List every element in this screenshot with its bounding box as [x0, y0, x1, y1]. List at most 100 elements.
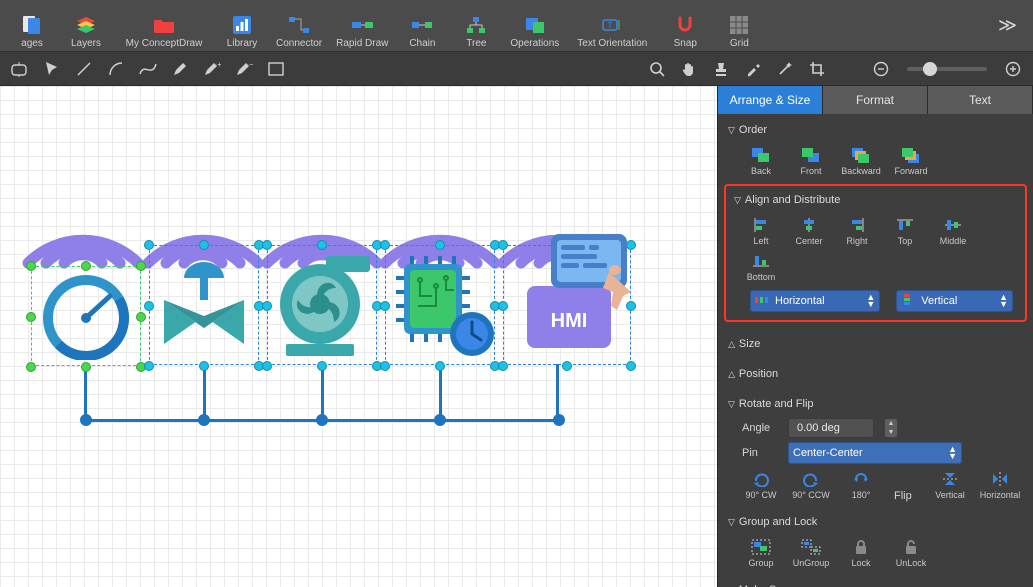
pin-select[interactable]: Center-Center ▲▼ — [788, 442, 962, 464]
section-makesame: ▽Make Same Size Width Height — [718, 574, 1033, 587]
plus-circle-icon — [1005, 61, 1021, 77]
distribute-v-icon — [901, 294, 915, 308]
eyedropper-icon — [745, 61, 761, 77]
tool-crop[interactable] — [803, 56, 831, 82]
flip-horizontal[interactable]: Horizontal — [977, 468, 1023, 502]
angle-stepper[interactable]: ▲▼ — [884, 418, 898, 438]
tool-stamp[interactable] — [707, 56, 735, 82]
rotate-ccw[interactable]: 90° CCW — [788, 468, 834, 502]
tool-curve[interactable] — [134, 56, 162, 82]
toolbar-chain[interactable]: Chain — [396, 3, 448, 49]
hmi-text: HMI — [551, 310, 588, 332]
zoom-slider[interactable] — [907, 67, 987, 71]
section-header[interactable]: ▽Rotate and Flip — [728, 394, 1023, 414]
tool-pen[interactable] — [166, 56, 194, 82]
snap-icon — [676, 16, 694, 34]
toolbar-myconceptdraw[interactable]: My ConceptDraw — [114, 3, 214, 49]
lock-button[interactable]: Lock — [838, 536, 884, 570]
section-header[interactable]: ▽Align and Distribute — [730, 190, 1021, 210]
toolbar-label: Tree — [466, 38, 486, 49]
tab-format[interactable]: Format — [823, 86, 928, 114]
distribute-horizontal[interactable]: Horizontal ▲▼ — [750, 290, 880, 312]
pen-add-icon: + — [203, 61, 221, 77]
tool-find[interactable] — [643, 56, 671, 82]
order-forward[interactable]: Forward — [888, 144, 934, 178]
zoom-in[interactable] — [999, 56, 1027, 82]
section-header[interactable]: ▽Make Same — [728, 580, 1023, 587]
align-center[interactable]: Center — [786, 214, 832, 248]
tool-select[interactable] — [6, 56, 34, 82]
rotate-cw[interactable]: 90° CW — [738, 468, 784, 502]
toolbar-rapiddraw[interactable]: Rapid Draw — [330, 3, 394, 49]
select-label: Center-Center — [793, 447, 863, 459]
section-header[interactable]: ▽Group and Lock — [728, 512, 1023, 532]
toolbar-layers[interactable]: Layers — [60, 3, 112, 49]
flip-vertical[interactable]: Vertical — [927, 468, 973, 502]
pump-shape — [270, 252, 374, 360]
align-bottom[interactable]: Bottom — [738, 250, 784, 284]
toolbar-overflow[interactable]: ≫ — [988, 9, 1027, 42]
toolbar-snap[interactable]: Snap — [659, 3, 711, 49]
section-header[interactable]: ▷Size — [728, 334, 1023, 354]
angle-field[interactable]: 0.00 deg — [788, 418, 874, 438]
align-top[interactable]: Top — [882, 214, 928, 248]
tool-pen-remove[interactable]: − — [230, 56, 258, 82]
plc-shape — [392, 256, 496, 362]
toolbar-tree[interactable]: Tree — [450, 3, 502, 49]
align-right[interactable]: Right — [834, 214, 880, 248]
order-backward[interactable]: Backward — [838, 144, 884, 178]
section-title: Position — [739, 368, 778, 380]
ungroup-button[interactable]: UnGroup — [788, 536, 834, 570]
gauge-shape — [40, 274, 132, 360]
folder-icon — [153, 16, 175, 34]
tool-eyedropper[interactable] — [739, 56, 767, 82]
tool-pointer[interactable] — [38, 56, 66, 82]
tree-icon — [466, 16, 486, 34]
align-middle[interactable]: Middle — [930, 214, 976, 248]
tab-text[interactable]: Text — [928, 86, 1033, 114]
ungroup-icon — [801, 539, 821, 555]
flip-label: Flip — [894, 490, 912, 502]
tool-line[interactable] — [70, 56, 98, 82]
order-back[interactable]: Back — [738, 144, 784, 178]
section-align-highlighted: ▽Align and Distribute Left Center Right … — [724, 184, 1027, 322]
section-title: Size — [739, 338, 760, 350]
chevron-right-icon: ▷ — [726, 371, 737, 378]
angle-label: Angle — [742, 422, 780, 434]
canvas[interactable]: HMI — [0, 86, 717, 587]
toolbar-label: Snap — [674, 38, 697, 49]
toolbar-library[interactable]: Library — [216, 3, 268, 49]
toolbar-connector[interactable]: Connector — [270, 3, 328, 49]
unlock-button[interactable]: UnLock — [888, 536, 934, 570]
tool-magicwand[interactable] — [771, 56, 799, 82]
section-title: Align and Distribute — [745, 194, 840, 206]
tool-pen-add[interactable]: + — [198, 56, 226, 82]
group-icon — [751, 539, 771, 555]
tool-hand[interactable] — [675, 56, 703, 82]
tool-arc[interactable] — [102, 56, 130, 82]
group-button[interactable]: Group — [738, 536, 784, 570]
select-label: Vertical — [921, 295, 957, 307]
section-header[interactable]: ▷Position — [728, 364, 1023, 384]
section-header[interactable]: ▽Order — [728, 120, 1023, 140]
order-front[interactable]: Front — [788, 144, 834, 178]
tool-rectangle[interactable] — [262, 56, 290, 82]
toolbar-label: Chain — [409, 38, 435, 49]
pen-remove-icon: − — [235, 61, 253, 77]
crop-icon — [809, 61, 825, 77]
tab-arrange[interactable]: Arrange & Size — [718, 86, 823, 114]
zoom-thumb[interactable] — [923, 62, 937, 76]
search-icon — [649, 61, 665, 77]
wand-icon — [777, 61, 793, 77]
align-left[interactable]: Left — [738, 214, 784, 248]
toolbar-grid[interactable]: Grid — [713, 3, 765, 49]
rotate-180[interactable]: 180° — [838, 468, 884, 502]
toolbar-label: ages — [21, 38, 43, 49]
layers-icon — [75, 15, 97, 35]
toolbar-operations[interactable]: Operations — [504, 3, 565, 49]
toolbar-pages[interactable]: ages — [6, 3, 58, 49]
flip-v-icon — [941, 471, 959, 487]
zoom-out[interactable] — [867, 56, 895, 82]
distribute-vertical[interactable]: Vertical ▲▼ — [896, 290, 1013, 312]
toolbar-textorientation[interactable]: T Text Orientation — [567, 3, 657, 49]
